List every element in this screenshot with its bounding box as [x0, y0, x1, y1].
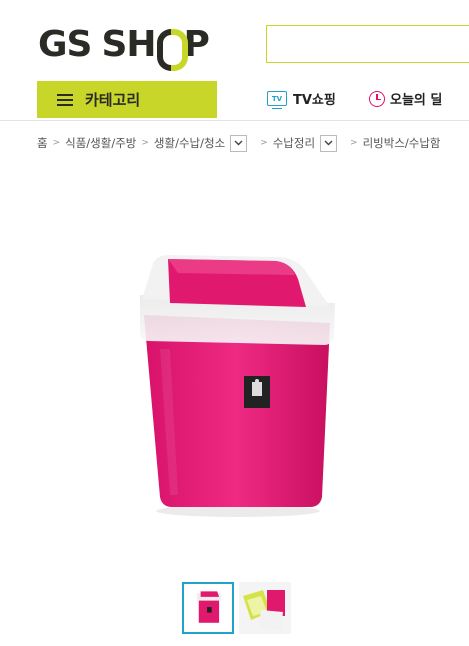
- todays-deal-link[interactable]: 오늘의 딜: [369, 89, 442, 108]
- gs-shop-logo[interactable]: GS SH P: [38, 23, 210, 71]
- breadcrumb-item-living-box[interactable]: 리빙박스/수납함: [363, 135, 441, 151]
- thumbnail-2[interactable]: [239, 582, 291, 634]
- header-divider: [0, 120, 469, 121]
- product-image[interactable]: [130, 245, 342, 520]
- logo-o-mark-icon: [156, 27, 188, 71]
- chevron-right-icon: >: [260, 138, 268, 148]
- logo-gs-text: GS: [38, 23, 92, 65]
- thumbnail-green-pink-bins-image: [243, 590, 285, 630]
- chevron-right-icon: >: [350, 138, 358, 148]
- thumbnail-strip: [182, 582, 291, 634]
- category-button[interactable]: 카테고리: [37, 81, 217, 118]
- tv-icon: TV: [267, 91, 287, 109]
- todays-deal-label: 오늘의 딜: [390, 93, 443, 108]
- tv-shopping-label: TV쇼핑: [293, 93, 336, 108]
- hamburger-menu-icon: [57, 93, 73, 106]
- chevron-down-icon: [234, 140, 243, 146]
- clock-icon: [369, 90, 385, 107]
- breadcrumb-dropdown-button[interactable]: [320, 134, 338, 152]
- breadcrumb-dropdown-button[interactable]: [230, 134, 248, 152]
- breadcrumb-item-food-living[interactable]: 식품/생활/주방: [65, 135, 136, 151]
- tv-shopping-link[interactable]: TV TV쇼핑: [267, 89, 336, 109]
- breadcrumb-item-storage[interactable]: 수납정리: [273, 135, 315, 151]
- breadcrumb-item-home[interactable]: 홈: [37, 135, 48, 151]
- category-label: 카테고리: [85, 91, 141, 109]
- logo-sh-text: SH: [101, 23, 156, 65]
- breadcrumb: 홈 > 식품/생활/주방 > 생활/수납/청소 > 수납정리 > 리빙박스/수납…: [37, 133, 441, 153]
- breadcrumb-item-living-storage[interactable]: 생활/수납/청소: [154, 135, 225, 151]
- search-box[interactable]: [266, 25, 469, 63]
- chevron-right-icon: >: [52, 138, 61, 148]
- search-input[interactable]: [267, 26, 469, 62]
- thumbnail-1[interactable]: [182, 582, 234, 634]
- chevron-down-icon: [324, 140, 333, 146]
- chevron-right-icon: >: [141, 138, 149, 148]
- thumbnail-pink-bin-image: [196, 591, 221, 623]
